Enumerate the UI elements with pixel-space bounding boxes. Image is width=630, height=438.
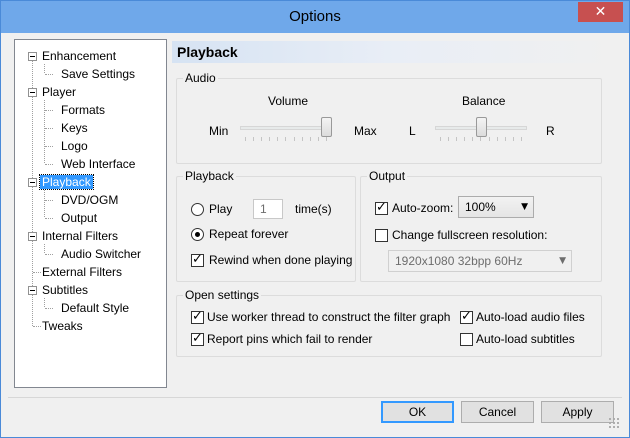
tree-item-player[interactable]: Player [40, 84, 78, 100]
dialog-client: Enhancement Save Settings Player Formats… [8, 33, 622, 431]
play-label: Play [209, 202, 233, 216]
collapse-icon[interactable] [28, 232, 37, 241]
rewind-label: Rewind when done playing [209, 253, 353, 267]
autoload-audio-checkbox[interactable] [460, 309, 473, 324]
tree-line-playback [44, 190, 45, 217]
rewind-checkbox[interactable] [191, 252, 204, 267]
resize-grip-icon[interactable] [608, 417, 620, 429]
tree-item-web-interface[interactable]: Web Interface [59, 156, 137, 172]
open-settings-group-label: Open settings [183, 288, 262, 302]
volume-ticks [245, 137, 327, 141]
report-pins-checkbox[interactable] [191, 331, 204, 346]
tree-item-formats[interactable]: Formats [59, 102, 107, 118]
fullscreen-resolution-checkbox[interactable] [375, 229, 388, 242]
autozoom-label: Auto-zoom: [392, 201, 454, 215]
autoload-subtitles-checkbox[interactable] [460, 333, 473, 346]
options-tree[interactable]: Enhancement Save Settings Player Formats… [14, 39, 167, 388]
balance-slider-thumb[interactable] [475, 117, 487, 137]
apply-button[interactable]: Apply [541, 401, 614, 423]
chevron-down-icon: ▼ [521, 202, 528, 212]
title-bar[interactable]: Options ✕ [1, 1, 629, 33]
tree-line-subtitles [44, 298, 45, 307]
button-separator [8, 397, 622, 398]
tree-item-enhancement[interactable]: Enhancement [40, 48, 118, 64]
tree-hline [45, 218, 53, 219]
collapse-icon[interactable] [28, 178, 37, 187]
volume-label: Volume [268, 94, 309, 108]
tree-item-playback[interactable]: Playback [39, 174, 94, 190]
tree-item-external-filters[interactable]: External Filters [40, 264, 124, 280]
open-settings-group: Open settings Use worker thread to const… [176, 288, 602, 357]
play-radio[interactable] [191, 203, 204, 216]
tree-item-default-style[interactable]: Default Style [59, 300, 131, 316]
output-group-label: Output [367, 169, 408, 183]
autoload-audio-label: Auto-load audio files [476, 310, 585, 324]
close-icon: ✕ [594, 4, 607, 20]
tree-hline [45, 74, 53, 75]
tree-hline [45, 308, 53, 309]
tree-item-tweaks[interactable]: Tweaks [40, 318, 85, 334]
balance-ticks [440, 137, 522, 141]
tree-line-enhancement [44, 64, 45, 73]
fullscreen-resolution-label: Change fullscreen resolution: [392, 228, 548, 242]
volume-slider-track[interactable] [240, 126, 332, 130]
resolution-select[interactable]: 1920x1080 32bpp 60Hz ▼ [388, 250, 572, 272]
worker-thread-label: Use worker thread to construct the filte… [207, 310, 451, 324]
audio-group-label: Audio [183, 71, 218, 85]
playback-group: Playback Play 1 time(s) Repeat forever R… [176, 169, 356, 282]
panel-title: Playback [177, 44, 238, 60]
tree-item-subtitles[interactable]: Subtitles [40, 282, 90, 298]
close-button[interactable]: ✕ [578, 2, 623, 22]
tree-hline [45, 110, 53, 111]
worker-thread-checkbox[interactable] [191, 309, 204, 324]
volume-slider-thumb[interactable] [321, 117, 332, 137]
balance-left-label: L [409, 124, 416, 138]
autoload-subtitles-label: Auto-load subtitles [476, 332, 575, 346]
audio-group: Audio Volume Min Max Balance L R [176, 71, 602, 164]
report-pins-label: Report pins which fail to render [207, 332, 373, 346]
tree-line-internal [44, 244, 45, 253]
tree-item-save-settings[interactable]: Save Settings [59, 66, 137, 82]
repeat-forever-radio[interactable] [191, 228, 204, 241]
panel-header: Playback [172, 41, 618, 63]
window-title: Options [289, 8, 341, 25]
resolution-value: 1920x1080 32bpp 60Hz [395, 254, 523, 268]
tree-item-keys[interactable]: Keys [59, 120, 90, 136]
play-count-input[interactable]: 1 [253, 199, 283, 219]
chevron-down-icon: ▼ [559, 256, 566, 266]
tree-hline [45, 146, 53, 147]
volume-min-label: Min [209, 124, 229, 138]
cancel-button[interactable]: Cancel [461, 401, 534, 423]
tree-item-audio-switcher[interactable]: Audio Switcher [59, 246, 143, 262]
tree-item-logo[interactable]: Logo [59, 138, 90, 154]
autozoom-value: 100% [465, 200, 496, 214]
repeat-forever-label: Repeat forever [209, 227, 289, 241]
output-group: Output Auto-zoom: 100% ▼ Change fullscre… [360, 169, 602, 282]
tree-hline [45, 200, 53, 201]
balance-right-label: R [546, 124, 555, 138]
tree-hline [45, 164, 53, 165]
tree-item-internal-filters[interactable]: Internal Filters [40, 228, 120, 244]
volume-max-label: Max [354, 124, 377, 138]
collapse-icon[interactable] [28, 286, 37, 295]
tree-item-output[interactable]: Output [59, 210, 99, 226]
autozoom-checkbox[interactable] [375, 200, 388, 215]
tree-item-dvd-ogm[interactable]: DVD/OGM [59, 192, 120, 208]
options-window: Options ✕ Enhancement Save Settings Play… [0, 0, 630, 438]
collapse-icon[interactable] [28, 88, 37, 97]
playback-group-label: Playback [183, 169, 236, 183]
tree-hline [45, 128, 53, 129]
balance-label: Balance [462, 94, 506, 108]
times-label: time(s) [295, 202, 332, 216]
autozoom-select[interactable]: 100% ▼ [458, 196, 534, 218]
collapse-icon[interactable] [28, 52, 37, 61]
tree-hline [45, 254, 53, 255]
ok-button[interactable]: OK [381, 401, 454, 423]
